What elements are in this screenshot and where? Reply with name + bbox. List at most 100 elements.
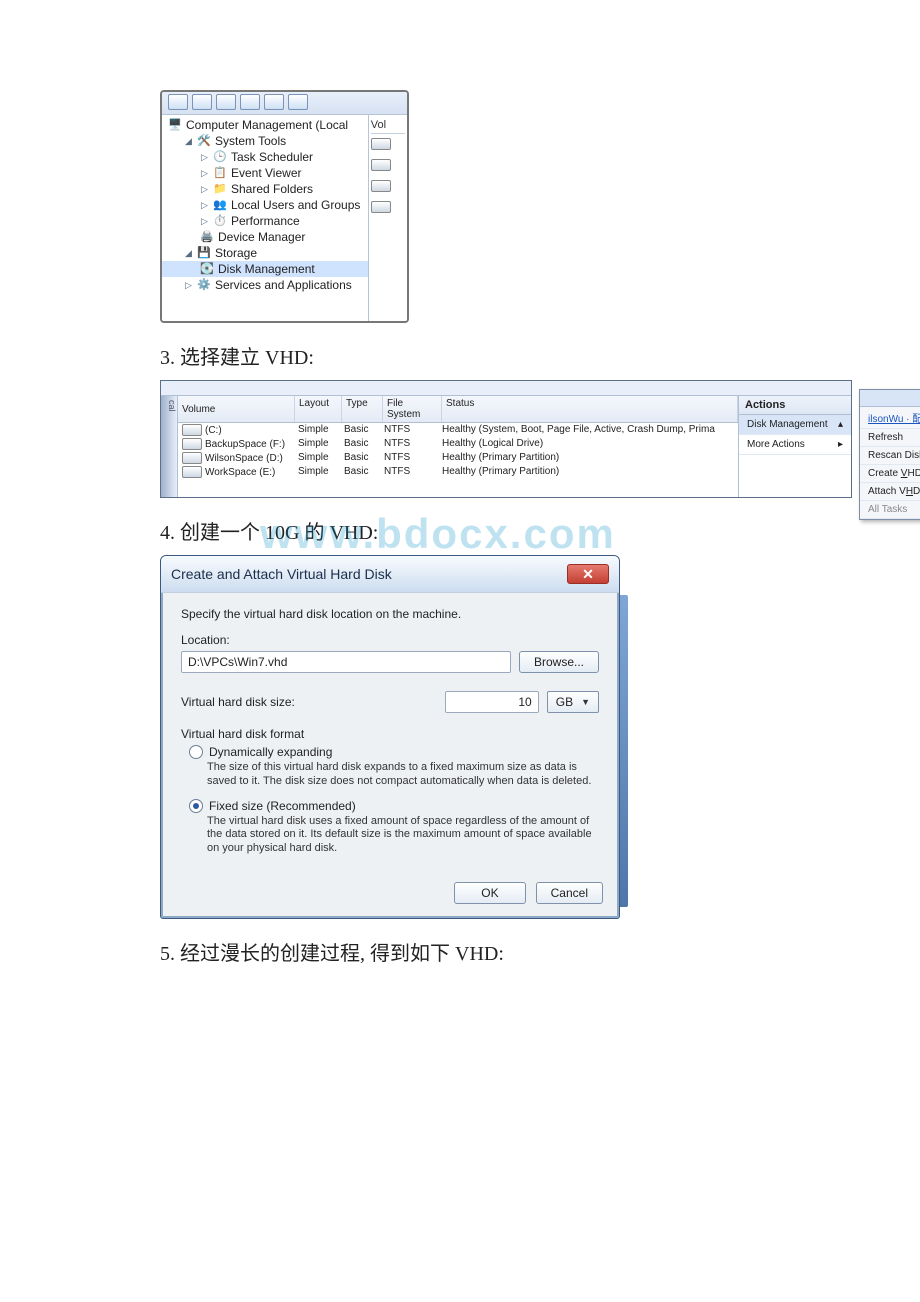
disk-management-window: cal Volume Layout Type File System Statu… — [160, 380, 852, 498]
context-menu: ▾ ilsonWu · 配置 · 短消息 Refresh Rescan Disk… — [859, 389, 920, 520]
window-tabs — [161, 381, 851, 396]
expand-icon[interactable]: ▷ — [184, 281, 193, 290]
tree-label: Local Users and Groups — [231, 198, 360, 212]
tree-item-performance[interactable]: ▷ ⏱️ Performance — [162, 213, 368, 229]
cell-volume: (C:) — [205, 425, 222, 436]
expand-icon[interactable]: ▷ — [200, 169, 209, 178]
tree-item-shared-folders[interactable]: ▷ 📁 Shared Folders — [162, 181, 368, 197]
toolbar-button[interactable] — [192, 94, 212, 110]
drive-icon — [371, 180, 405, 195]
dialog-description: Specify the virtual hard disk location o… — [181, 607, 599, 621]
tree-item-local-users[interactable]: ▷ 👥 Local Users and Groups — [162, 197, 368, 213]
cell-type: Basic — [340, 452, 380, 464]
location-input[interactable]: D:\VPCs\Win7.vhd — [181, 651, 511, 673]
toolbar-button[interactable] — [168, 94, 188, 110]
menu-user-link[interactable]: ilsonWu · 配置 · 短消息 — [860, 407, 920, 429]
radio-dynamic[interactable]: Dynamically expanding — [189, 745, 599, 759]
col-filesystem[interactable]: File System — [383, 396, 442, 422]
expand-icon[interactable]: ◢ — [184, 137, 193, 146]
tree-item-storage[interactable]: ◢ 💾 Storage — [162, 245, 368, 261]
dialog-shadow-edge — [620, 595, 628, 907]
col-type[interactable]: Type — [342, 396, 383, 422]
cell-type: Basic — [340, 438, 380, 450]
cell-layout: Simple — [294, 438, 340, 450]
expand-icon[interactable]: ▷ — [200, 201, 209, 210]
column-header: Vol — [371, 119, 405, 134]
size-input[interactable]: 10 — [445, 691, 539, 713]
tree-item-task-scheduler[interactable]: ▷ 🕒 Task Scheduler — [162, 149, 368, 165]
radio-fixed-desc: The virtual hard disk uses a fixed amoun… — [207, 815, 599, 856]
tab-label[interactable]: cal — [167, 400, 177, 412]
drive-icon — [371, 201, 405, 216]
tree-item-services[interactable]: ▷ ⚙️ Services and Applications — [162, 277, 368, 293]
drive-icon — [371, 159, 405, 174]
table-row[interactable]: WorkSpace (E:)SimpleBasicNTFSHealthy (Pr… — [178, 465, 738, 479]
dialog-titlebar: Create and Attach Virtual Hard Disk ✕ — [161, 556, 619, 593]
action-label: Disk Management — [747, 419, 828, 430]
expand-icon[interactable]: ◢ — [184, 249, 193, 258]
cancel-button[interactable]: Cancel — [536, 882, 603, 904]
toolbar — [162, 92, 407, 115]
tree-label: Computer Management (Local — [186, 118, 348, 132]
toolbar-button[interactable] — [240, 94, 260, 110]
radio-label: Dynamically expanding — [209, 745, 332, 759]
menu-create-vhd[interactable]: Create VHD — [860, 465, 920, 483]
tree-label: Device Manager — [218, 230, 305, 244]
menu-attach-vhd[interactable]: Attach VHD — [860, 483, 920, 501]
cell-type: Basic — [340, 424, 380, 436]
expand-icon[interactable]: ▷ — [200, 217, 209, 226]
users-icon: 👥 — [213, 198, 227, 212]
drive-icon — [182, 424, 202, 436]
left-tab-strip: cal — [161, 396, 178, 497]
toolbar-button[interactable] — [288, 94, 308, 110]
tree-label: Performance — [231, 214, 300, 228]
menu-rescan-disks[interactable]: Rescan Disks — [860, 447, 920, 465]
action-label: More Actions — [747, 439, 805, 450]
action-disk-management[interactable]: Disk Management ▴ — [739, 415, 851, 435]
cell-status: Healthy (System, Boot, Page File, Active… — [438, 424, 738, 436]
tree-root[interactable]: 🖥️ Computer Management (Local — [162, 117, 368, 133]
tree-item-system-tools[interactable]: ◢ 🛠️ System Tools — [162, 133, 368, 149]
cell-volume: WorkSpace (E:) — [205, 467, 275, 478]
toolbar-button[interactable] — [216, 94, 236, 110]
col-status[interactable]: Status — [442, 396, 738, 422]
create-vhd-dialog: Create and Attach Virtual Hard Disk ✕ Sp… — [160, 555, 620, 919]
ok-button[interactable]: OK — [454, 882, 525, 904]
tree-label: Storage — [215, 246, 257, 260]
cell-status: Healthy (Primary Partition) — [438, 466, 738, 478]
tree-item-event-viewer[interactable]: ▷ 📋 Event Viewer — [162, 165, 368, 181]
table-row[interactable]: (C:) SimpleBasicNTFSHealthy (System, Boot… — [178, 423, 738, 437]
col-layout[interactable]: Layout — [295, 396, 342, 422]
cell-layout: Simple — [294, 424, 340, 436]
menu-all-tasks[interactable]: All Tasks — [860, 501, 920, 519]
browse-button[interactable]: Browse... — [519, 651, 599, 673]
expand-icon[interactable]: ▷ — [200, 153, 209, 162]
col-volume[interactable]: Volume — [178, 396, 295, 422]
size-unit-dropdown[interactable]: GB ▼ — [547, 691, 599, 713]
table-row[interactable]: WilsonSpace (D:)SimpleBasicNTFSHealthy (… — [178, 451, 738, 465]
radio-fixed[interactable]: Fixed size (Recommended) — [189, 799, 599, 813]
clock-icon: 🕒 — [213, 150, 227, 164]
cell-fs: NTFS — [380, 424, 438, 436]
toolbar-button[interactable] — [264, 94, 284, 110]
tree-label: Event Viewer — [231, 166, 301, 180]
cell-volume: WilsonSpace (D:) — [205, 453, 283, 464]
action-more-actions[interactable]: More Actions ▸ — [739, 435, 851, 455]
menu-toolbar: ▾ — [860, 390, 920, 407]
close-button[interactable]: ✕ — [567, 564, 609, 584]
drive-icon — [182, 452, 202, 464]
table-row[interactable]: BackupSpace (F:)SimpleBasicNTFSHealthy (… — [178, 437, 738, 451]
cell-status: Healthy (Logical Drive) — [438, 438, 738, 450]
folder-share-icon: 📁 — [213, 182, 227, 196]
storage-icon: 💾 — [197, 246, 211, 260]
step-caption-4: 4. 创建一个 10G 的 VHD: — [160, 516, 770, 545]
radio-label: Fixed size (Recommended) — [209, 799, 356, 813]
drive-icon — [182, 438, 202, 450]
tree-item-device-manager[interactable]: 🖨️ Device Manager — [162, 229, 368, 245]
actions-pane: Actions Disk Management ▴ More Actions ▸ — [739, 396, 851, 497]
table-header-row: Volume Layout Type File System Status — [178, 396, 738, 423]
menu-refresh[interactable]: Refresh — [860, 429, 920, 447]
tree-label: Shared Folders — [231, 182, 313, 196]
expand-icon[interactable]: ▷ — [200, 185, 209, 194]
tree-item-disk-management[interactable]: 💽 Disk Management — [162, 261, 368, 277]
